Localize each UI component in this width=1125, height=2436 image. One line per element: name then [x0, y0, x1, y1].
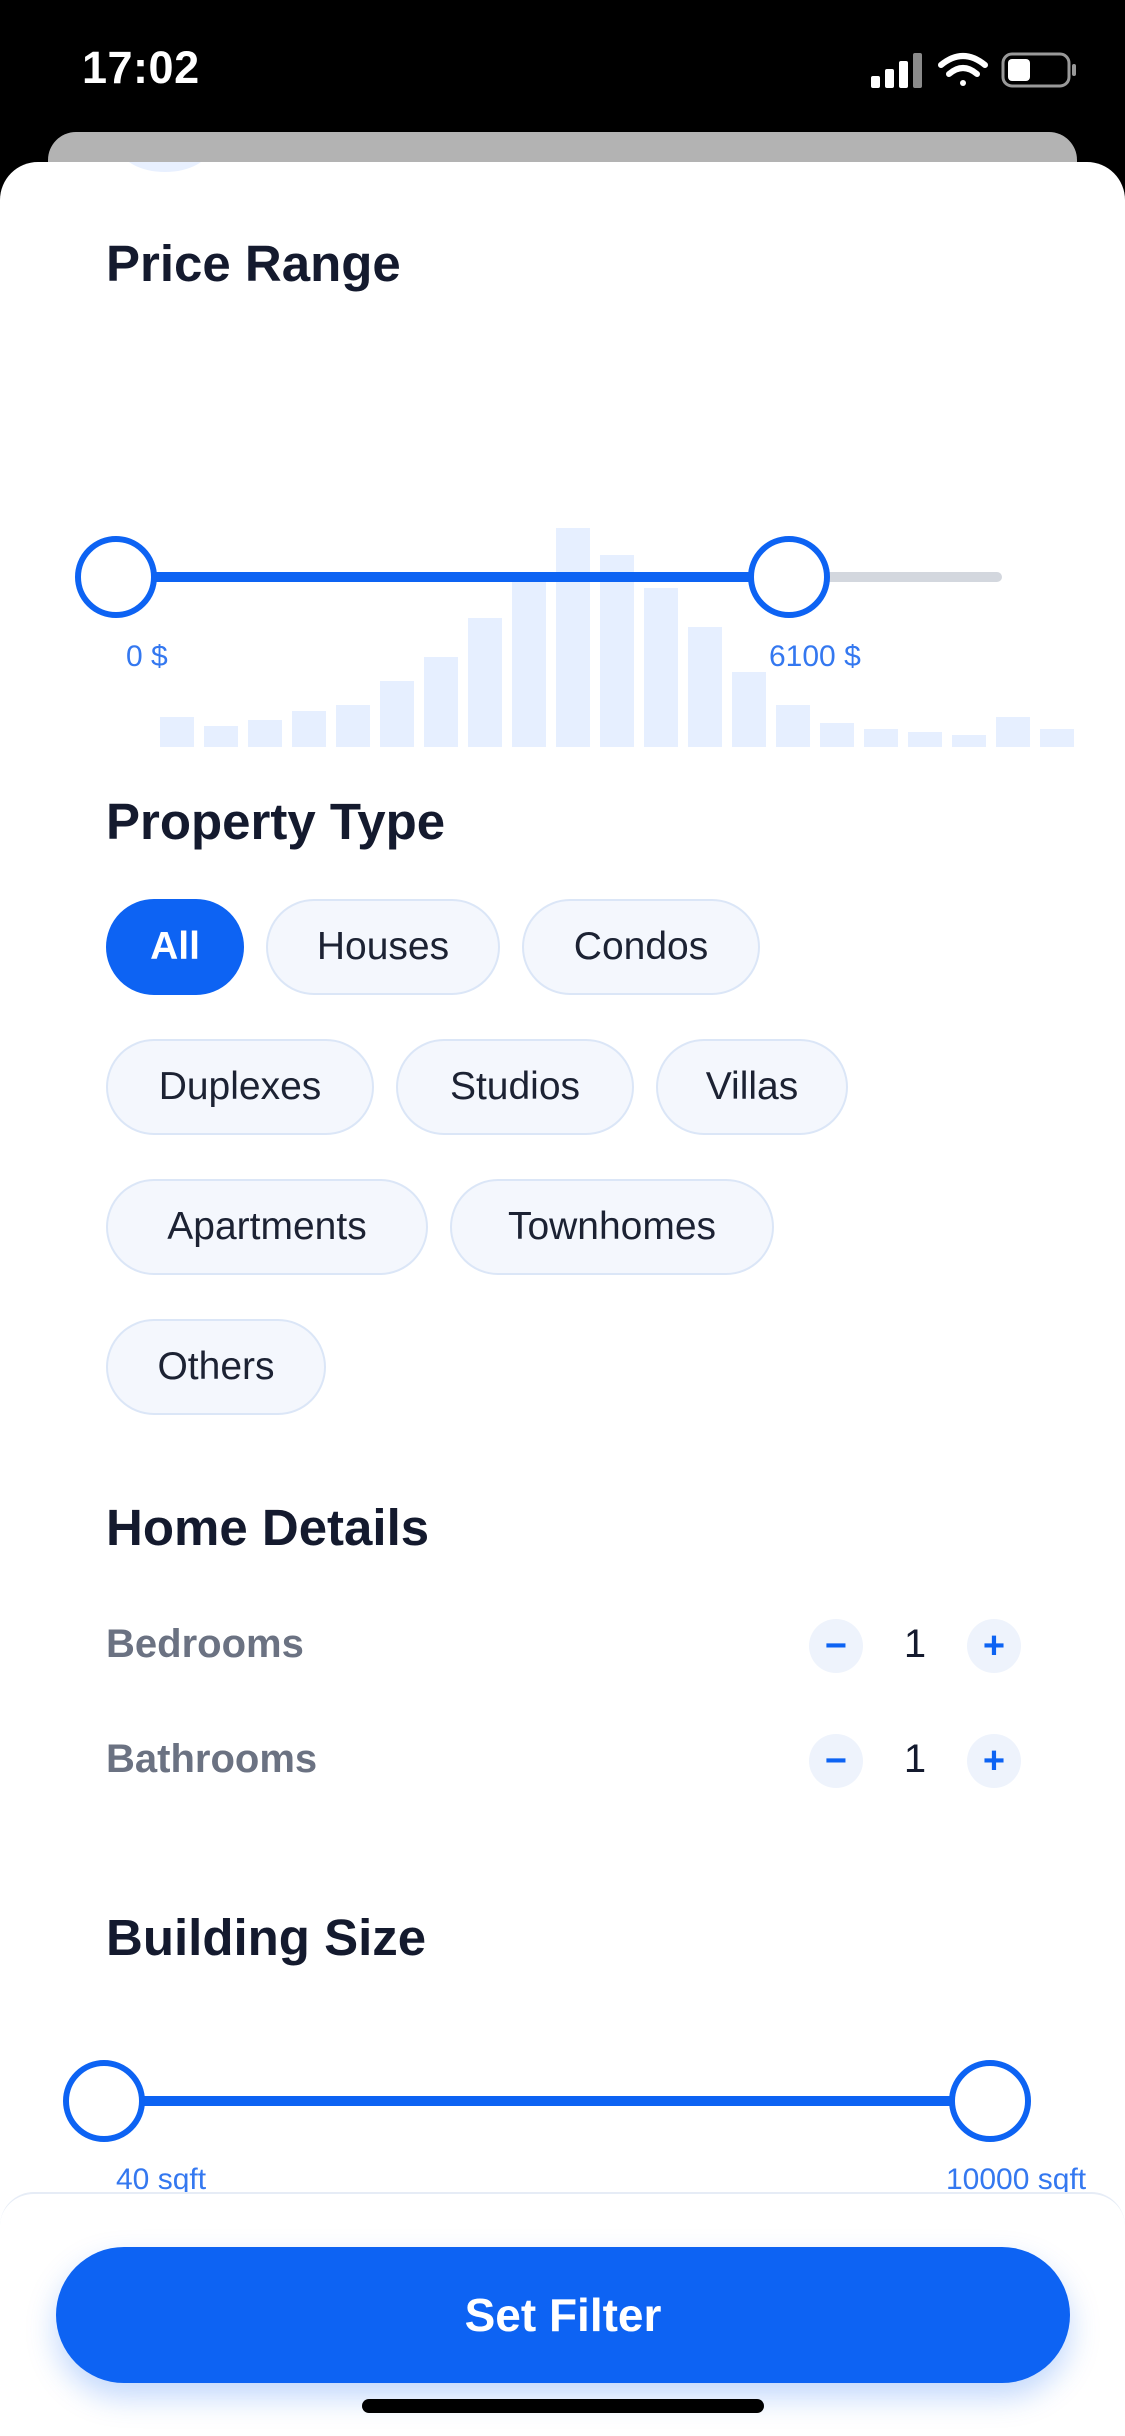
- histogram-bar: [248, 720, 282, 747]
- set-filter-button[interactable]: Set Filter: [56, 2247, 1070, 2383]
- histogram-bar: [1040, 729, 1074, 747]
- battery-icon: [1001, 52, 1076, 88]
- home-indicator: [362, 2399, 764, 2413]
- histogram-bar: [864, 729, 898, 747]
- price-min-label: 0 $: [126, 640, 168, 673]
- chip-studios[interactable]: Studios: [396, 1039, 634, 1135]
- status-bar: 17:02: [0, 0, 1125, 132]
- chip-duplexes[interactable]: Duplexes: [106, 1039, 374, 1135]
- chip-villas[interactable]: Villas: [656, 1039, 848, 1135]
- chip-houses[interactable]: Houses: [266, 899, 500, 995]
- bathrooms-value: 1: [903, 1737, 927, 1781]
- histogram-bar: [336, 705, 370, 747]
- bathrooms-label: Bathrooms: [106, 1737, 318, 1781]
- size-max-handle[interactable]: [949, 2060, 1031, 2142]
- bedrooms-decrement-button[interactable]: −: [809, 1619, 863, 1673]
- histogram-bar: [556, 528, 590, 747]
- bathrooms-increment-button[interactable]: +: [967, 1734, 1021, 1788]
- scrolled-element-peek: [120, 162, 210, 172]
- price-histogram: [160, 447, 1074, 747]
- home-details-title: Home Details: [106, 1499, 430, 1556]
- histogram-bar: [160, 717, 194, 747]
- histogram-bar: [644, 588, 678, 747]
- signal-icon: [871, 53, 922, 88]
- bedrooms-value: 1: [903, 1622, 927, 1666]
- chip-townhomes[interactable]: Townhomes: [450, 1179, 774, 1275]
- histogram-bar: [204, 726, 238, 747]
- histogram-bar: [996, 717, 1030, 747]
- histogram-bar: [776, 705, 810, 747]
- status-time: 17:02: [82, 42, 200, 93]
- property-type-title: Property Type: [106, 793, 446, 850]
- price-min-handle[interactable]: [75, 536, 157, 618]
- histogram-bar: [820, 723, 854, 747]
- price-max-handle[interactable]: [748, 536, 831, 618]
- filter-sheet: Price Range 0 $ 6100 $ Property Type All…: [0, 162, 1125, 2436]
- histogram-bar: [732, 672, 766, 747]
- size-min-handle[interactable]: [63, 2060, 145, 2142]
- histogram-bar: [952, 735, 986, 747]
- building-size-title: Building Size: [106, 1909, 427, 1966]
- histogram-bar: [600, 555, 634, 747]
- bedrooms-label: Bedrooms: [106, 1622, 304, 1666]
- chip-apartments[interactable]: Apartments: [106, 1179, 428, 1275]
- status-icons: [871, 50, 1081, 90]
- histogram-bar: [468, 618, 502, 747]
- chip-condos[interactable]: Condos: [522, 899, 760, 995]
- size-track-fill[interactable]: [104, 2096, 990, 2106]
- histogram-bar: [292, 711, 326, 747]
- chip-all[interactable]: All: [106, 899, 244, 995]
- wifi-icon: [938, 53, 988, 86]
- price-max-label: 6100 $: [769, 640, 861, 673]
- histogram-bar: [908, 732, 942, 747]
- price-range-title: Price Range: [106, 235, 401, 292]
- histogram-bar: [380, 681, 414, 747]
- price-track-fill: [116, 572, 790, 582]
- histogram-bar: [688, 627, 722, 747]
- histogram-bar: [424, 657, 458, 747]
- chip-others[interactable]: Others: [106, 1319, 326, 1415]
- bedrooms-increment-button[interactable]: +: [967, 1619, 1021, 1673]
- bathrooms-decrement-button[interactable]: −: [809, 1734, 863, 1788]
- histogram-bar: [512, 582, 546, 747]
